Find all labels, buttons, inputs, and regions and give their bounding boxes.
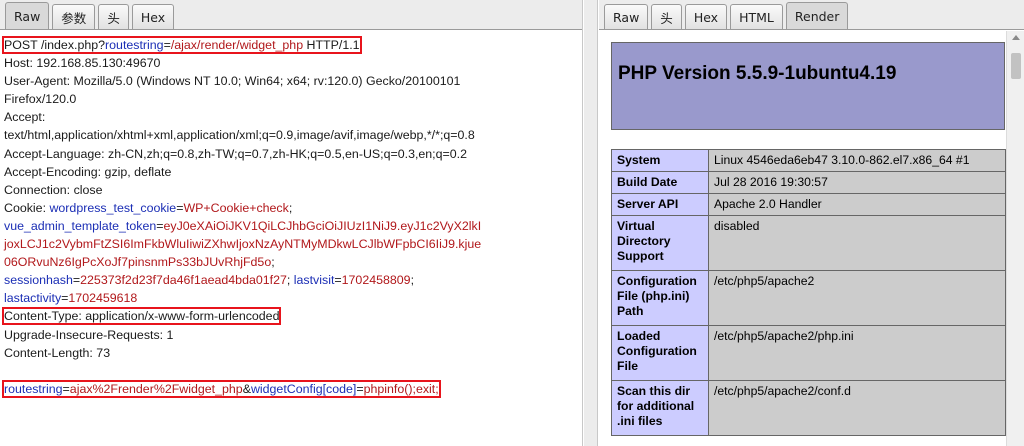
accept-language-header: Accept-Language: zh-CN,zh;q=0.8,zh-TW;q=… [4, 146, 467, 161]
tab-response-render[interactable]: Render [785, 2, 849, 29]
request-line-highlight: POST /index.php?routestring=/ajax/render… [2, 36, 362, 54]
accept-encoding-header: Accept-Encoding: gzip, deflate [4, 164, 172, 179]
tab-response-hex[interactable]: Hex [684, 4, 728, 29]
cookie-session-line: sessionhash=225373f2d23f7da46f1aead4bda0… [4, 273, 415, 288]
request-pane: Raw 参数 头 Hex POST /index.php?routestring… [0, 0, 583, 446]
tab-response-html[interactable]: HTML [730, 4, 783, 29]
response-pane: Raw 头 Hex HTML Render PHP Version 5.5.9-… [599, 0, 1024, 446]
split-divider[interactable] [584, 0, 598, 446]
content-type-line: Content-Type: application/x-www-form-url… [1, 307, 582, 326]
table-row: Build Date Jul 28 2016 19:30:57 [611, 171, 1006, 194]
tab-response-raw[interactable]: Raw [604, 4, 649, 29]
request-line: POST /index.php?routestring=/ajax/render… [2, 36, 582, 54]
table-row: Virtual Directory Support disabled [611, 215, 1006, 271]
request-editor[interactable]: POST /index.php?routestring=/ajax/render… [0, 31, 582, 446]
body-highlight: routestring=ajax%2Frender%2Fwidget_php&w… [2, 379, 441, 398]
cookie-header: Cookie: wordpress_test_cookie=WP+Cookie+… [4, 200, 293, 215]
tab-response-headers[interactable]: 头 [651, 4, 682, 29]
upgrade-header: Upgrade-Insecure-Requests: 1 [4, 327, 174, 342]
table-row: Loaded Configuration File/etc/php5/apach… [611, 325, 1006, 381]
connection-header: Connection: close [4, 182, 103, 197]
table-row: Server API Apache 2.0 Handler [611, 193, 1006, 216]
table-row: Scan this dir for additional .ini files /… [611, 380, 1006, 436]
php-header-banner: PHP Version 5.5.9-1ubuntu4.19 [611, 42, 1005, 130]
php-version-title: PHP Version 5.5.9-1ubuntu4.19 [618, 63, 897, 84]
render-view: PHP Version 5.5.9-1ubuntu4.19 System Linu… [599, 31, 1024, 446]
phpinfo-table: System Linux 4546eda6eb47 3.10.0-862.el7.… [611, 149, 1006, 436]
tab-request-raw[interactable]: Raw [5, 2, 50, 29]
cookie-token-line3: 06ORvuNz6IgPcXoJf7pinsnmPs33bJUvRhjFd5o; [4, 255, 275, 270]
accept-header: Accept: [4, 110, 46, 125]
render-scrollbar[interactable] [1006, 31, 1024, 446]
table-row: System Linux 4546eda6eb47 3.10.0-862.el7.… [611, 149, 1006, 172]
response-tabbar: Raw 头 Hex HTML Render [599, 0, 1024, 30]
user-agent-header: User-Agent: Mozilla/5.0 (Windows NT 10.0… [4, 74, 461, 89]
tab-request-params[interactable]: 参数 [52, 4, 96, 29]
user-agent-cont: Firefox/120.0 [4, 92, 77, 107]
request-body: routestring=ajax%2Frender%2Fwidget_php&w… [2, 379, 582, 398]
host-header: Host: 192.168.85.130:49670 [4, 56, 161, 71]
accept-value: text/html,application/xhtml+xml,applicat… [4, 128, 475, 143]
table-row: Configuration File (php.ini) Path/etc/ph… [611, 270, 1006, 326]
tab-request-headers[interactable]: 头 [98, 4, 129, 29]
cookie-token-line2: joxLCJ1c2VybmFtZSI6ImFkbWluIiwiZXhwIjoxN… [4, 237, 482, 252]
scroll-up-icon[interactable] [1012, 35, 1020, 40]
cookie-lastactivity-line: lastactivity=1702459618 [4, 291, 138, 306]
content-type-highlight: Content-Type: application/x-www-form-url… [1, 307, 282, 326]
cookie-token-line1: vue_admin_template_token=eyJ0eXAiOiJKV1Q… [4, 218, 482, 233]
request-tabbar: Raw 参数 头 Hex [0, 0, 582, 30]
tab-request-hex[interactable]: Hex [131, 4, 175, 29]
content-length-header: Content-Length: 73 [4, 345, 111, 360]
scroll-thumb[interactable] [1011, 53, 1021, 79]
